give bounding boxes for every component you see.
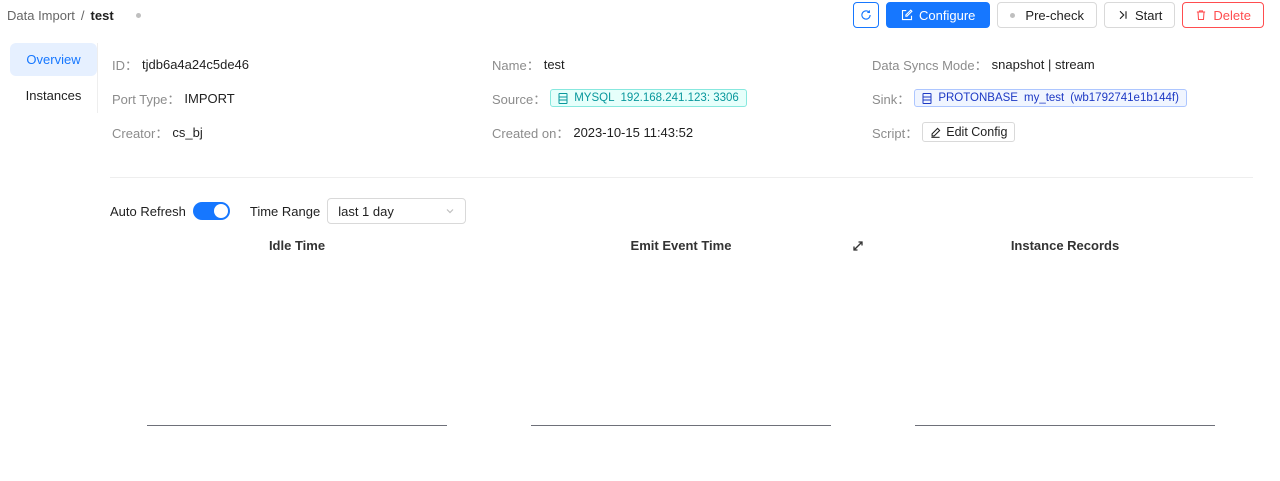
chart-x-axis (531, 425, 831, 426)
trash-icon (1197, 10, 1206, 21)
time-range-label: Time Range (249, 203, 321, 219)
sink-label: Sink： (872, 91, 911, 107)
info-script: Script： Edit Config (872, 122, 1016, 142)
chart-emit-event-time: Emit Event Time (531, 238, 831, 428)
configure-label: Configure (919, 7, 976, 23)
info-created-on: Created on： 2023-10-15 11:43:52 (492, 122, 693, 142)
delete-label: Delete (1213, 7, 1251, 23)
sink-type: PROTONBASE (938, 92, 1018, 104)
source-address: 192.168.241.123: 3306 (620, 92, 739, 104)
name-label: Name： (492, 57, 540, 73)
time-range-select[interactable]: last 1 day (327, 198, 467, 224)
breadcrumb-current: test (90, 8, 114, 23)
toggle-knob (213, 204, 228, 218)
precheck-button[interactable]: Pre-check (997, 2, 1097, 28)
refresh-button[interactable] (853, 2, 880, 28)
id-label: ID： (112, 57, 139, 73)
breadcrumb: Data Import / test (7, 8, 141, 23)
time-range-value: last 1 day (338, 203, 394, 219)
creator-value: cs_bj (172, 124, 203, 140)
chevron-down-icon (446, 209, 454, 214)
auto-refresh-toggle[interactable] (192, 202, 230, 220)
sync-mode-label: Data Syncs Mode： (872, 57, 988, 73)
port-type-value: IMPORT (184, 90, 235, 106)
info-creator: Creator： cs_bj (112, 122, 203, 142)
precheck-label: Pre-check (1025, 7, 1084, 23)
sidebar-divider (97, 43, 98, 113)
chart-title: Instance Records (1010, 238, 1120, 253)
edit-icon (931, 127, 941, 138)
script-label: Script： (872, 125, 919, 141)
sink-tag: PROTONBASE my_test (wb1792741e1b144f) (914, 89, 1187, 107)
delete-button[interactable]: Delete (1182, 2, 1264, 28)
edit-square-icon (901, 9, 913, 21)
edit-config-button[interactable]: Edit Config (922, 122, 1016, 142)
step-forward-icon (1119, 10, 1127, 20)
breadcrumb-parent[interactable]: Data Import (7, 8, 75, 23)
top-bar: Data Import / test Configure Pre-check S… (0, 0, 1280, 30)
sync-mode-value: snapshot | stream (991, 56, 1095, 72)
chart-title: Idle Time (268, 238, 326, 253)
name-value: test (543, 56, 565, 72)
chart-x-axis (147, 425, 447, 426)
precheck-dot-icon (1010, 12, 1016, 18)
action-bar: Configure Pre-check Start Delete (853, 2, 1264, 28)
database-icon (558, 92, 568, 104)
chart-idle-time: Idle Time (147, 238, 447, 428)
section-divider (110, 177, 1253, 178)
info-id: ID： tjdb6a4a24c5de46 (112, 54, 249, 74)
port-type-label: Port Type： (112, 91, 181, 107)
configure-button[interactable]: Configure (886, 2, 991, 28)
sink-instance: (wb1792741e1b144f) (1070, 92, 1179, 104)
status-dot (135, 13, 141, 18)
sidebar-item-instances[interactable]: Instances (10, 79, 97, 112)
start-label: Start (1134, 7, 1163, 23)
breadcrumb-separator: / (80, 8, 85, 23)
sink-db: my_test (1023, 92, 1065, 104)
database-icon (922, 92, 932, 104)
refresh-icon (861, 10, 871, 20)
expand-icon[interactable] (851, 239, 865, 253)
sidebar-item-label: Instances (25, 88, 82, 103)
chart-title: Emit Event Time (630, 238, 732, 253)
filter-bar: Auto Refresh Time Range last 1 day (110, 198, 467, 224)
info-sync-mode: Data Syncs Mode： snapshot | stream (872, 54, 1095, 74)
edit-config-label: Edit Config (946, 125, 1008, 139)
auto-refresh-label: Auto Refresh (110, 203, 186, 219)
created-on-label: Created on： (492, 125, 570, 141)
chart-x-axis (915, 425, 1215, 426)
info-sink: Sink： PROTONBASE my_test (wb1792741e1b14… (872, 88, 1187, 108)
sidebar-item-overview[interactable]: Overview (10, 43, 97, 76)
sidebar-item-label: Overview (26, 52, 81, 67)
creator-label: Creator： (112, 125, 169, 141)
info-name: Name： test (492, 54, 565, 74)
created-on-value: 2023-10-15 11:43:52 (573, 124, 694, 140)
sidebar: Overview Instances (10, 43, 97, 115)
chart-instance-records: Instance Records (915, 238, 1215, 428)
id-value: tjdb6a4a24c5de46 (142, 56, 250, 72)
info-source: Source： MYSQL 192.168.241.123: 3306 (492, 88, 747, 108)
source-type: MYSQL (574, 92, 615, 104)
info-port-type: Port Type： IMPORT (112, 88, 235, 108)
start-button[interactable]: Start (1103, 2, 1176, 28)
source-label: Source： (492, 91, 547, 107)
source-tag: MYSQL 192.168.241.123: 3306 (550, 89, 747, 107)
